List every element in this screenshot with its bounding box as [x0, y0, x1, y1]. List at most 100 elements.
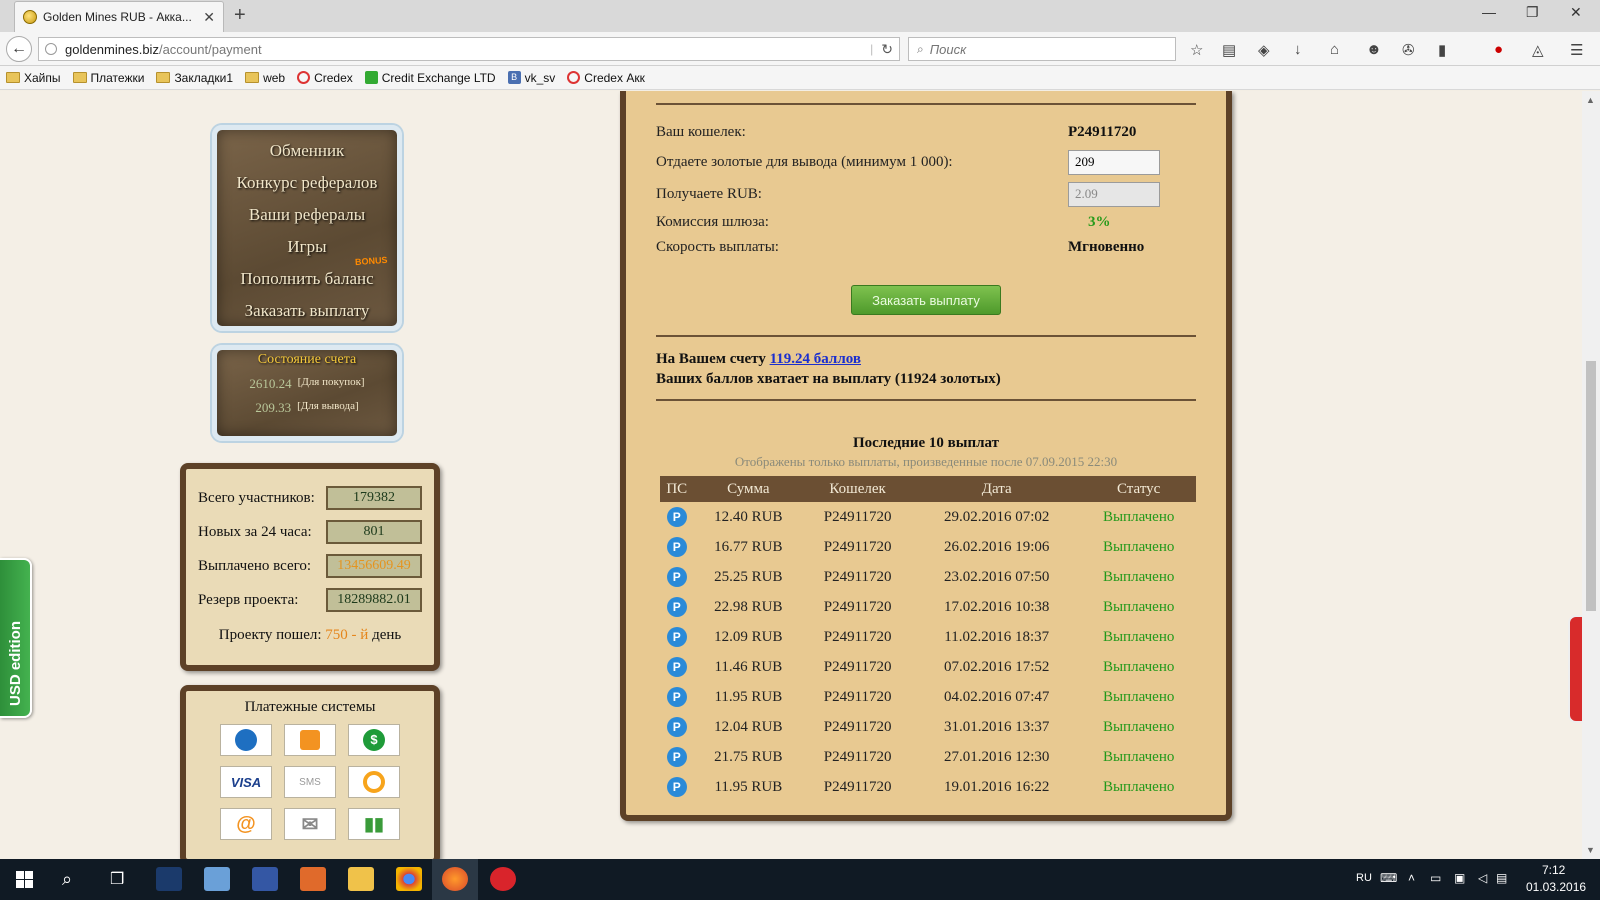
download-icon[interactable]: ↓	[1294, 41, 1302, 58]
adblock-icon[interactable]: ●	[1494, 41, 1503, 58]
date-cell: 23.02.2016 07:50	[943, 568, 1050, 585]
balance-withdraw-row: 209.33 [Для вывода]	[217, 400, 397, 416]
envelope-icon[interactable]: ✉	[284, 808, 336, 840]
minimize-icon[interactable]: —	[1482, 4, 1496, 20]
webmoney-icon[interactable]	[220, 724, 272, 756]
visa-icon[interactable]: VISA	[220, 766, 272, 798]
bookmark-star-icon[interactable]: ☆	[1190, 41, 1203, 59]
reload-icon[interactable]: ↻	[881, 41, 893, 58]
fee-label: Комиссия шлюза:	[656, 213, 769, 230]
ps-cell: P	[660, 532, 693, 562]
bookmark-credex-acc[interactable]: Credex Акк	[567, 71, 645, 85]
pocket-icon[interactable]: ◈	[1258, 41, 1270, 59]
scroll-down-icon[interactable]: ▼	[1586, 845, 1595, 855]
reserve-value: 18289882.01	[326, 588, 422, 612]
megafon-icon[interactable]: ▮▮	[348, 808, 400, 840]
bookmark-credit-exchange[interactable]: Credit Exchange LTD	[364, 71, 496, 85]
wallet-cell: P24911720	[823, 778, 892, 795]
file-explorer-icon[interactable]	[348, 867, 374, 891]
ps-cell: P	[660, 622, 693, 652]
gold-amount-input[interactable]	[1068, 149, 1160, 175]
folder-icon	[6, 72, 20, 83]
date-cell: 26.02.2016 19:06	[943, 538, 1050, 555]
extension-icon[interactable]: ✇	[1402, 41, 1415, 59]
bookmark-vk[interactable]: Bvk_sv	[507, 71, 555, 85]
battery-icon[interactable]: ▭	[1430, 871, 1441, 885]
project-stats-panel: Всего участников: 179382 Новых за 24 часа…	[180, 463, 440, 671]
order-payout-button[interactable]: Заказать выплату	[851, 285, 1001, 315]
app-icon[interactable]	[156, 867, 182, 891]
app-icon[interactable]	[490, 867, 516, 891]
total-members-label: Всего участников:	[198, 489, 315, 506]
volume-icon[interactable]: ◁	[1478, 871, 1487, 885]
tab-title: Golden Mines RUB - Акка...	[43, 10, 192, 24]
search-icon[interactable]: ⌕	[62, 869, 72, 890]
status-cell: Выплачено	[1102, 688, 1175, 705]
clock-date[interactable]: 01.03.2016	[1526, 880, 1586, 894]
yandex-money-icon[interactable]	[284, 724, 336, 756]
qiwi-icon[interactable]	[348, 766, 400, 798]
okpay-icon[interactable]: $	[348, 724, 400, 756]
status-cell: Выплачено	[1102, 568, 1175, 585]
close-tab-icon[interactable]: ✕	[203, 9, 215, 26]
usd-edition-tab[interactable]: USD edition	[0, 558, 32, 718]
bookmark-web[interactable]: web	[245, 71, 285, 85]
payeer-icon: P	[666, 507, 687, 527]
home-icon[interactable]: ⌂	[1330, 41, 1339, 58]
app-icon[interactable]	[252, 867, 278, 891]
bookmark-zakladki[interactable]: Закладки1	[156, 71, 233, 85]
menu-item-referrals[interactable]: Ваши рефералы	[217, 200, 397, 232]
date-cell: 29.02.2016 07:02	[943, 508, 1050, 525]
language-indicator[interactable]: RU	[1356, 872, 1372, 884]
firefox-icon[interactable]	[442, 867, 468, 891]
table-row: P 21.75 RUB P24911720 27.01.2016 12:30 Выпла…	[660, 742, 1196, 772]
payouts-title: Последние 10 выплат	[852, 435, 1000, 451]
restore-icon[interactable]: ❐	[1526, 4, 1539, 21]
menu-item-withdraw[interactable]: Заказать выплату	[217, 296, 397, 328]
scrollbar-thumb[interactable]	[1586, 361, 1596, 611]
sync-icon[interactable]: ◬	[1532, 41, 1544, 59]
sms-icon[interactable]: SMS	[284, 766, 336, 798]
menu-icon[interactable]: ☰	[1570, 41, 1583, 59]
points-link[interactable]: 119.24 баллов	[770, 351, 861, 367]
start-button[interactable]	[16, 871, 33, 888]
gold-amount-label: Отдаете золотые для вывода (минимум 1 00…	[656, 153, 953, 170]
chrome-icon[interactable]	[396, 867, 422, 891]
vk-icon: B	[507, 71, 521, 84]
menu-item-deposit[interactable]: Пополнить баланс	[217, 264, 397, 296]
page-scrollbar[interactable]: ▲ ▼	[1582, 91, 1600, 859]
menu-item-exchanger[interactable]: Обменник	[217, 136, 397, 168]
account-state-title: Состояние счета	[257, 352, 357, 367]
amount-cell: 21.75 RUB	[714, 748, 783, 765]
amount-cell: 16.77 RUB	[714, 538, 783, 555]
url-bar[interactable]: goldenmines.biz/account/payment | ↻	[38, 37, 900, 61]
status-cell: Выплачено	[1102, 718, 1175, 735]
network-icon[interactable]: ▣	[1454, 871, 1465, 885]
keyboard-icon[interactable]: ⌨	[1380, 871, 1397, 885]
bookmark-credex[interactable]: Credex	[297, 71, 353, 85]
task-view-icon[interactable]: ❒	[110, 869, 124, 889]
notifications-icon[interactable]: ▤	[1496, 871, 1507, 885]
chat-icon[interactable]: ☻	[1366, 41, 1382, 58]
search-input[interactable]	[929, 41, 1150, 57]
url-text[interactable]: goldenmines.biz/account/payment	[65, 42, 862, 57]
clock-time[interactable]: 7:12	[1542, 863, 1565, 877]
app-icon[interactable]	[204, 867, 230, 891]
close-window-icon[interactable]: ✕	[1570, 4, 1582, 21]
reading-list-icon[interactable]: ▤	[1222, 41, 1236, 59]
bookmark-hypes[interactable]: Хайпы	[6, 71, 61, 85]
search-bar[interactable]: ⌕	[908, 37, 1176, 61]
bookmark-payments[interactable]: Платежки	[72, 71, 144, 85]
ps-cell: P	[660, 682, 693, 712]
mail-icon[interactable]: @	[220, 808, 272, 840]
scroll-up-icon[interactable]: ▲	[1586, 95, 1595, 105]
back-button[interactable]: ←	[6, 36, 32, 62]
col-date: Дата	[912, 476, 1082, 502]
browser-tab[interactable]: Golden Mines RUB - Акка... ✕	[14, 1, 224, 32]
new-tab-icon[interactable]: +	[234, 4, 246, 27]
chevron-up-icon[interactable]: ˄	[1408, 871, 1415, 885]
menu-item-referral-contest[interactable]: Конкурс рефералов	[217, 168, 397, 200]
app-icon[interactable]	[300, 867, 326, 891]
clipboard-icon[interactable]: ▮	[1438, 41, 1446, 59]
balance-buy-value: 2610.24	[249, 376, 292, 391]
